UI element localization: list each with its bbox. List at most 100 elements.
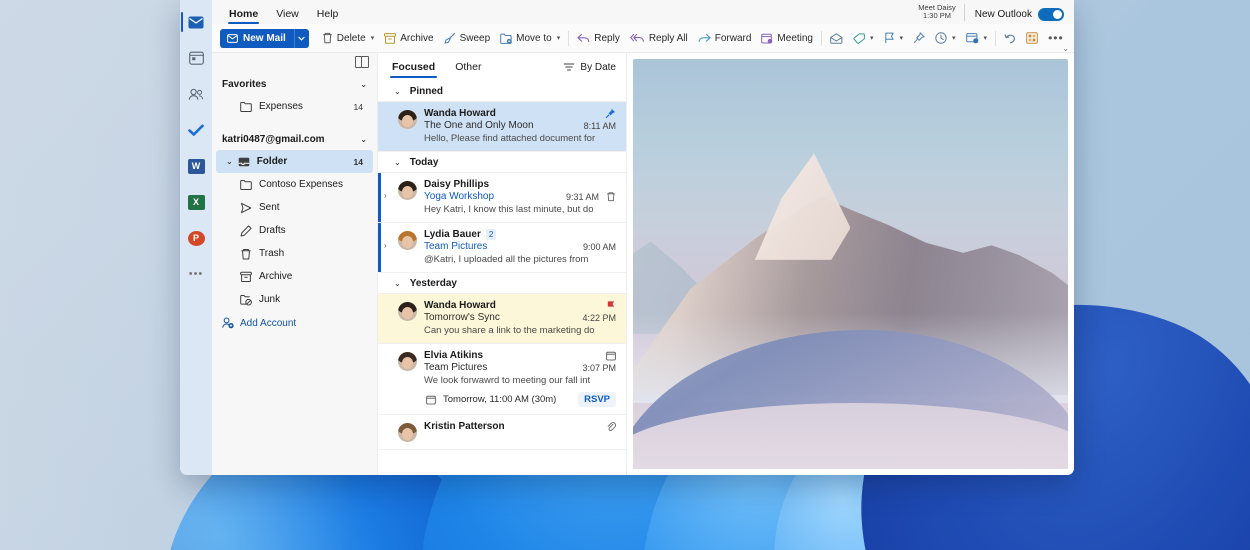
tab-view[interactable]: View xyxy=(267,6,308,24)
sort-by-button[interactable]: By Date xyxy=(563,62,616,73)
new-outlook-toggle-group[interactable]: New Outlook xyxy=(965,8,1074,24)
folder-item-junk[interactable]: Junk xyxy=(216,288,373,311)
meeting-hint[interactable]: Meet Daisy 1:30 PM xyxy=(918,3,965,21)
reply-all-button[interactable]: Reply All xyxy=(625,27,693,49)
archive-button[interactable]: Archive xyxy=(379,27,438,49)
avatar xyxy=(398,181,417,200)
pivot-other[interactable]: Other xyxy=(453,57,483,78)
message-row-elvia-pictures[interactable]: Elvia Atikins Team Pictures 3:07 PM We l… xyxy=(378,344,626,415)
calendar-icon xyxy=(426,395,436,404)
chevron-down-icon[interactable]: ⌄ xyxy=(360,135,367,144)
tab-home[interactable]: Home xyxy=(220,6,267,24)
categorize-button[interactable]: ▾ xyxy=(848,27,879,49)
rsvp-button[interactable]: RSVP xyxy=(578,392,616,407)
rail-item-more-apps[interactable]: ••• xyxy=(182,258,210,290)
reply-icon xyxy=(577,33,590,42)
chevron-down-icon[interactable]: ⌄ xyxy=(360,80,367,89)
mark-read-button[interactable] xyxy=(825,27,848,49)
folder-item-contoso-expenses[interactable]: Contoso Expenses xyxy=(216,173,373,196)
new-mail-dropdown[interactable] xyxy=(293,28,309,48)
chevron-down-icon[interactable]: ▾ xyxy=(900,34,904,42)
outlook-window: W X P ••• Home View Help Meet Daisy 1:30… xyxy=(180,0,1074,475)
tab-help-label: Help xyxy=(316,8,339,20)
message-list-header: Focused Other By Date xyxy=(378,53,626,81)
pin-icon[interactable] xyxy=(605,108,616,119)
add-account-button[interactable]: Add Account xyxy=(212,311,377,329)
chevron-down-icon[interactable]: ▾ xyxy=(952,34,956,42)
rail-item-word[interactable]: W xyxy=(182,150,210,182)
rules-button[interactable]: ▾ xyxy=(961,27,993,49)
rail-item-mail[interactable] xyxy=(181,6,210,38)
message-line-sender: Kristin Patterson xyxy=(424,421,616,432)
chevron-down-icon[interactable]: ⌄ xyxy=(394,87,401,96)
chevron-down-icon[interactable]: ▾ xyxy=(984,34,988,42)
tab-help[interactable]: Help xyxy=(308,6,348,24)
forward-button[interactable]: Forward xyxy=(693,27,757,49)
attachment-icon[interactable] xyxy=(605,421,616,432)
snooze-button[interactable]: ▾ xyxy=(930,27,961,49)
section-header-pinned[interactable]: ⌄ Pinned xyxy=(378,81,626,102)
folder-item-expenses[interactable]: Expenses 14 xyxy=(216,95,373,118)
row-expand-twisty[interactable]: › xyxy=(384,179,391,215)
message-row-lydia-pictures[interactable]: › Lydia Bauer 2 Team Pictures 9:00 AM @K… xyxy=(378,223,626,273)
sent-icon xyxy=(240,202,252,213)
message-row-daisy-yoga[interactable]: › Daisy Phillips Yoga Workshop 9:31 AM H… xyxy=(378,173,626,223)
move-to-button[interactable]: Move to ▾ xyxy=(495,27,565,49)
calendar-icon[interactable] xyxy=(605,350,616,361)
pin-button[interactable] xyxy=(908,27,930,49)
delete-button[interactable]: Delete ▾ xyxy=(317,27,379,49)
favorites-label: Favorites xyxy=(222,78,267,90)
folder-item-junk-label: Junk xyxy=(259,294,281,305)
rail-item-todo[interactable] xyxy=(182,114,210,146)
new-outlook-toggle[interactable] xyxy=(1038,8,1064,21)
section-header-yesterday[interactable]: ⌄ Yesterday xyxy=(378,273,626,294)
new-mail-button[interactable]: New Mail xyxy=(220,28,309,48)
avatar-face xyxy=(402,307,413,319)
chevron-down-icon[interactable]: ⌄ xyxy=(226,157,233,166)
chevron-down-icon[interactable]: ⌄ xyxy=(394,279,401,288)
chevron-down-icon[interactable]: ▾ xyxy=(371,34,375,42)
folder-item-folder[interactable]: ⌄ Folder 14 xyxy=(216,150,373,173)
meeting-button[interactable]: Meeting xyxy=(756,27,818,49)
section-header-today[interactable]: ⌄ Today xyxy=(378,152,626,173)
section-today-label: Today xyxy=(409,156,439,168)
folder-item-trash[interactable]: Trash xyxy=(216,242,373,265)
reading-pane-layout-button[interactable] xyxy=(355,56,369,68)
row-expand-twisty[interactable]: › xyxy=(384,229,391,265)
apps-button[interactable] xyxy=(1021,27,1043,49)
rail-item-excel[interactable]: X xyxy=(182,186,210,218)
chevron-down-icon xyxy=(298,36,306,41)
chevron-down-icon[interactable]: ▾ xyxy=(870,34,874,42)
flag-button[interactable]: ▾ xyxy=(879,27,909,49)
folder-item-sent[interactable]: Sent xyxy=(216,196,373,219)
message-row-wanda-moon[interactable]: Wanda Howard The One and Only Moon 8:11 … xyxy=(378,102,626,152)
chevron-down-icon[interactable]: ⌄ xyxy=(394,158,401,167)
undo-button[interactable] xyxy=(999,27,1021,49)
sweep-button[interactable]: Sweep xyxy=(439,27,496,49)
favorites-group-header[interactable]: Favorites ⌄ xyxy=(212,73,377,95)
message-row-kristin-patterson[interactable]: Kristin Patterson xyxy=(378,415,626,450)
message-line-sender: Wanda Howard xyxy=(424,108,616,119)
message-sender: Wanda Howard xyxy=(424,300,496,311)
meeting-time-text: Tomorrow, 11:00 AM (30m) xyxy=(443,394,557,405)
move-to-icon xyxy=(500,33,512,44)
flag-filled-icon[interactable] xyxy=(605,300,616,311)
message-row-wanda-sync[interactable]: Wanda Howard Tomorrow's Sync 4:22 PM Can… xyxy=(378,294,626,344)
rail-item-powerpoint[interactable]: P xyxy=(182,222,210,254)
pivot-focused[interactable]: Focused xyxy=(390,57,438,78)
rail-item-calendar[interactable] xyxy=(182,42,210,74)
chevron-down-icon[interactable]: ▾ xyxy=(557,34,561,42)
reply-button[interactable]: Reply xyxy=(572,27,625,49)
folder-item-drafts[interactable]: Drafts xyxy=(216,219,373,242)
message-subject: Team Pictures xyxy=(424,362,488,373)
people-icon xyxy=(188,88,204,100)
account-group-header[interactable]: katri0487@gmail.com ⌄ xyxy=(212,128,377,150)
folder-item-archive[interactable]: Archive xyxy=(216,265,373,288)
ribbon-collapse-chevron-icon[interactable]: ⌄ xyxy=(1062,44,1069,53)
rail-item-people[interactable] xyxy=(182,78,210,110)
message-line-subject: Tomorrow's Sync 4:22 PM xyxy=(424,312,616,323)
avatar xyxy=(398,423,417,442)
new-mail-button-body[interactable]: New Mail xyxy=(220,33,294,44)
trash-icon[interactable] xyxy=(605,191,616,202)
message-body: Elvia Atikins Team Pictures 3:07 PM We l… xyxy=(424,350,616,407)
